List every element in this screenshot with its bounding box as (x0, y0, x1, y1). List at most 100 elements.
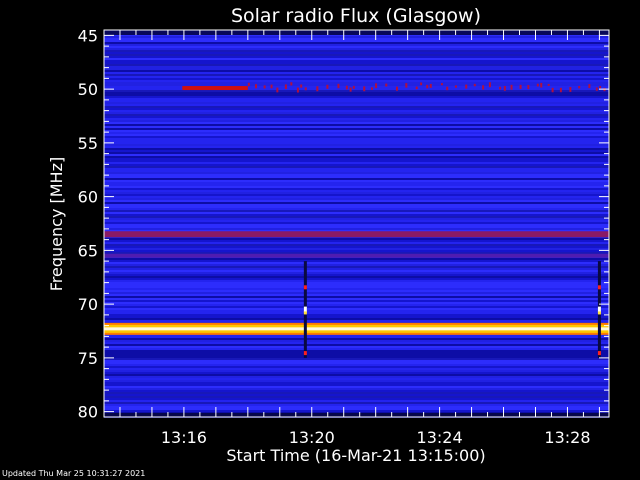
heatmap-row (104, 44, 609, 46)
heatmap-row (104, 118, 609, 120)
heatmap-row (104, 108, 609, 110)
y-axis-label: Frequency [MHz] (47, 157, 66, 291)
heatmap-row (104, 140, 609, 142)
heatmap-row (104, 250, 609, 252)
interference-band-faint (104, 253, 609, 258)
heatmap-row (104, 228, 609, 230)
heatmap-row (104, 348, 609, 350)
heatmap-row (104, 80, 609, 82)
heatmap-row (104, 66, 609, 68)
heatmap-row (104, 104, 609, 106)
x-tick-label: 13:24 (417, 428, 463, 447)
heatmap-row (104, 200, 609, 202)
heatmap-row (104, 184, 609, 186)
interference-dot (569, 86, 572, 92)
heatmap-row (104, 354, 609, 356)
heatmap-row (104, 344, 609, 346)
heatmap-row (104, 156, 609, 158)
heatmap-row (104, 180, 609, 182)
heatmap-row (104, 408, 609, 410)
heatmap-row (104, 362, 609, 364)
heatmap-edge-bottom (104, 413, 609, 417)
interference-dot (426, 84, 429, 89)
heatmap-row (104, 238, 609, 240)
heatmap-row (104, 182, 609, 184)
burst-spike (597, 261, 601, 358)
heatmap-row (104, 38, 609, 40)
heatmap-row (104, 92, 609, 94)
heatmap-row (104, 138, 609, 140)
heatmap-row (104, 306, 609, 308)
heatmap-row (104, 350, 609, 352)
heatmap-row (104, 54, 609, 56)
x-axis-label: Start Time (16-Mar-21 13:15:00) (226, 446, 485, 465)
heatmap-row (104, 356, 609, 358)
interference-dot (510, 84, 513, 90)
interference-dot (482, 85, 485, 90)
heatmap-row (104, 278, 609, 280)
heatmap-row (104, 128, 609, 130)
heatmap-row (104, 164, 609, 166)
emission-band-peak (104, 327, 609, 331)
heatmap-row (104, 116, 609, 118)
heatmap-row (104, 100, 609, 102)
heatmap-row (104, 208, 609, 210)
heatmap-row (104, 406, 609, 408)
heatmap-row (104, 82, 609, 84)
heatmap-row (104, 252, 609, 254)
interference-dot (276, 87, 279, 93)
burst-spike-mark (303, 351, 307, 356)
heatmap-row (104, 110, 609, 112)
heatmap-row (104, 338, 609, 340)
heatmap-row (104, 388, 609, 390)
heatmap-row (104, 240, 609, 242)
heatmap-row (104, 302, 609, 304)
interference-dot (349, 87, 352, 92)
heatmap-row (104, 380, 609, 382)
heatmap-row (104, 166, 609, 168)
interference-dot (352, 85, 355, 89)
interference-dot (559, 87, 562, 93)
heatmap-row (104, 310, 609, 312)
heatmap-row (104, 136, 609, 138)
heatmap-row (104, 130, 609, 132)
heatmap-row (104, 78, 609, 80)
heatmap-row (104, 398, 609, 400)
heatmap-row (104, 132, 609, 134)
interference-dot (536, 83, 539, 87)
heatmap-row (104, 314, 609, 316)
burst-spike-mark (597, 311, 601, 315)
heatmap-row (104, 400, 609, 402)
interference-dot (547, 83, 550, 86)
heatmap-row (104, 170, 609, 172)
heatmap-row (104, 366, 609, 368)
heatmap-row (104, 394, 609, 396)
interference-dot (370, 87, 373, 90)
heatmap-row (104, 218, 609, 220)
interference-dot (440, 83, 443, 86)
interference-dot (588, 84, 591, 89)
heatmap-row (104, 368, 609, 370)
interference-dot (284, 84, 287, 90)
y-tick-label: 65 (78, 241, 98, 260)
interference-dot (599, 86, 602, 89)
heatmap-row (104, 342, 609, 344)
heatmap-row (104, 148, 609, 150)
x-tick-label: 13:20 (289, 428, 335, 447)
y-tick-label: 55 (78, 134, 98, 153)
y-tick-label: 50 (78, 80, 98, 99)
interference-dot (375, 83, 378, 89)
heatmap-row (104, 90, 609, 92)
interference-dot (263, 85, 266, 89)
interference-dot (429, 83, 432, 88)
x-tick-label: 13:16 (161, 428, 207, 447)
interference-dot (405, 83, 408, 88)
heatmap-row (104, 56, 609, 58)
heatmap-row (104, 346, 609, 348)
interference-segment (182, 86, 248, 91)
heatmap-row (104, 64, 609, 66)
heatmap-row (104, 206, 609, 208)
plot-area (104, 30, 609, 418)
interference-dot (473, 83, 476, 87)
interference-dot (488, 82, 491, 88)
